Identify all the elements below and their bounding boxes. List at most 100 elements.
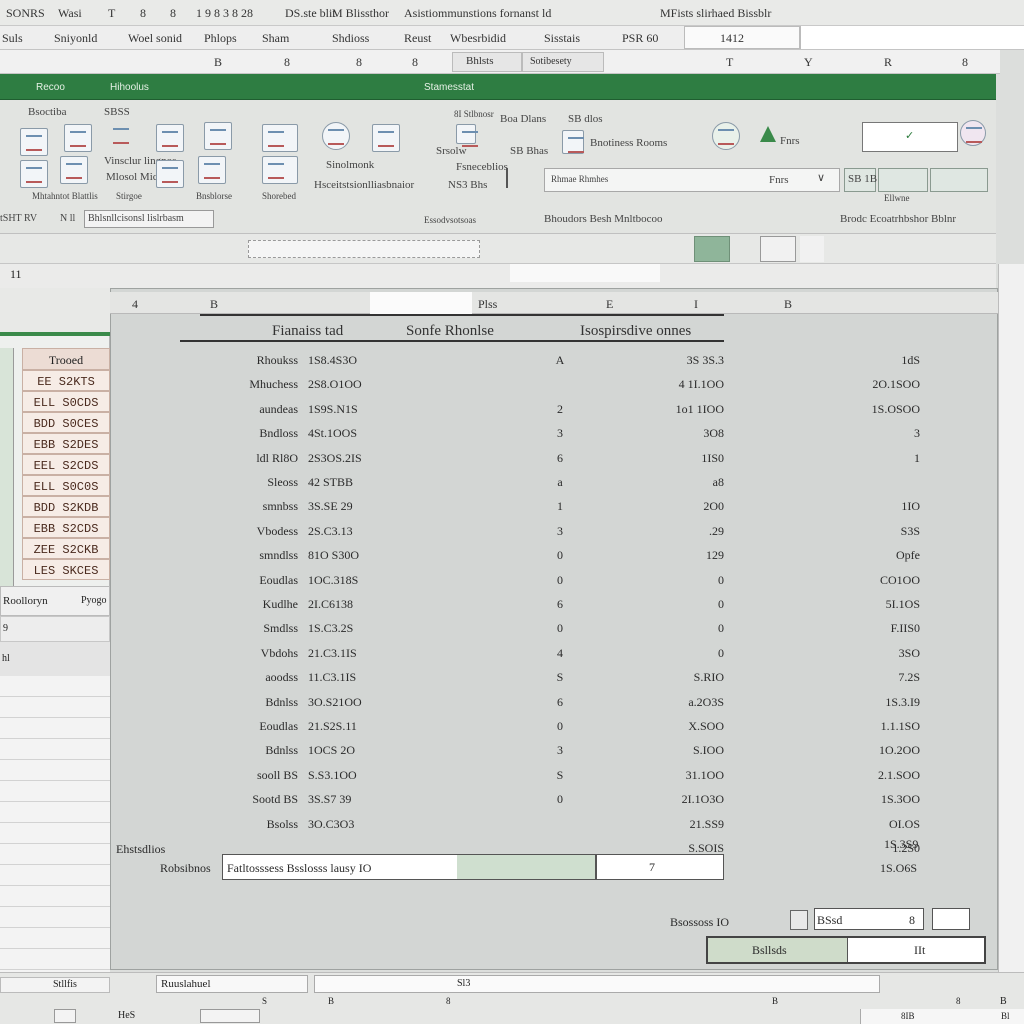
row-label[interactable]: Kudlhe bbox=[178, 598, 298, 610]
menu-item-file[interactable]: SONRS bbox=[6, 7, 45, 19]
row-label[interactable]: smndlss bbox=[178, 549, 298, 561]
text-icon[interactable] bbox=[60, 156, 88, 184]
ribbon-label-bnotiness[interactable]: Bnotiness Rooms bbox=[590, 138, 667, 149]
row-far[interactable]: Opfe bbox=[820, 549, 920, 561]
tab-sniyonld[interactable]: Sniyonld bbox=[54, 32, 97, 44]
print-icon[interactable] bbox=[372, 124, 400, 152]
ribbon-label-sb[interactable]: SB Bhas bbox=[510, 146, 548, 157]
row-value[interactable]: 2S.C3.13 bbox=[308, 525, 398, 537]
view-normal-icon[interactable] bbox=[54, 1009, 76, 1023]
sheet-col[interactable]: Plss bbox=[478, 298, 497, 310]
shapes-icon[interactable] bbox=[198, 156, 226, 184]
sheet-tab-active[interactable]: Ruuslahuel bbox=[156, 975, 308, 993]
left-table-row[interactable]: EBB S2CDS bbox=[22, 517, 110, 538]
tab-phlops[interactable]: Phlops bbox=[204, 32, 237, 44]
menu-item-asist[interactable]: Asistiommunstions fornanst ld bbox=[404, 7, 551, 19]
formula-strip[interactable] bbox=[510, 264, 660, 282]
col-letter[interactable]: T bbox=[726, 56, 733, 68]
zoom-slider[interactable]: 8IB Bl bbox=[860, 1009, 1024, 1024]
row-label[interactable]: Eoudlas bbox=[178, 720, 298, 732]
row-far[interactable]: 2.1.SOO bbox=[820, 769, 920, 781]
sheet-col[interactable]: B bbox=[210, 298, 218, 310]
row-far[interactable]: 5I.1OS bbox=[820, 598, 920, 610]
ribbon-label-srsolw[interactable]: Srsolw bbox=[436, 146, 467, 157]
tab-shdioss[interactable]: Shdioss bbox=[332, 32, 369, 44]
row-value[interactable]: S.S3.1OO bbox=[308, 769, 398, 781]
tab-sisstais[interactable]: Sisstais bbox=[544, 32, 580, 44]
row-far[interactable]: 1S.3.I9 bbox=[820, 696, 920, 708]
sheet-icon[interactable] bbox=[156, 124, 184, 152]
row-right[interactable]: 31.1OO bbox=[624, 769, 724, 781]
sheet-col[interactable]: I bbox=[694, 298, 698, 310]
ribbon-label-hsceit[interactable]: Hsceitstsionlliasbnaior bbox=[314, 180, 414, 191]
row-right[interactable]: 2I.1O3O bbox=[624, 793, 724, 805]
sheet-col-selected[interactable] bbox=[370, 292, 472, 314]
row-far[interactable]: F.IIS0 bbox=[820, 622, 920, 634]
row-far[interactable]: 3SO bbox=[820, 647, 920, 659]
row-mid[interactable]: 3 bbox=[548, 427, 572, 439]
row-label[interactable]: Bndloss bbox=[178, 427, 298, 439]
menu-item-numbers[interactable]: 1 9 8 3 8 28 bbox=[196, 7, 253, 19]
row-value[interactable]: 1OCS 2O bbox=[308, 744, 398, 756]
comment-icon[interactable] bbox=[712, 122, 740, 150]
row-far[interactable]: 1dS bbox=[820, 354, 920, 366]
row-label[interactable]: Bdnlss bbox=[178, 696, 298, 708]
globe-icon[interactable] bbox=[322, 122, 350, 150]
row-label[interactable]: smnbss bbox=[178, 500, 298, 512]
table-icon[interactable] bbox=[64, 124, 92, 152]
menu-item-8a[interactable]: 8 bbox=[140, 7, 146, 19]
left-table-row[interactable]: EEL S2CDS bbox=[22, 454, 110, 475]
row-label[interactable]: Smdlss bbox=[178, 622, 298, 634]
footer-input[interactable]: BSsd 8 bbox=[814, 908, 924, 930]
row-right[interactable]: 0 bbox=[624, 647, 724, 659]
tab-1412[interactable]: 1412 bbox=[720, 32, 744, 44]
row-value[interactable]: 21.C3.1IS bbox=[308, 647, 398, 659]
row-right[interactable]: a8 bbox=[624, 476, 724, 488]
image-icon[interactable] bbox=[204, 122, 232, 150]
column-chart-icon[interactable] bbox=[262, 156, 298, 184]
row-label[interactable]: Eoudlas bbox=[178, 574, 298, 586]
total-input[interactable]: Fatltosssess Bsslosss lausy IO bbox=[222, 854, 596, 880]
row-mid[interactable]: 0 bbox=[548, 622, 572, 634]
row-far[interactable]: 3 bbox=[820, 427, 920, 439]
tab-woel[interactable]: Woel sonid bbox=[128, 32, 182, 44]
row-mid[interactable]: S bbox=[548, 769, 572, 781]
row-label[interactable]: sooll BS bbox=[178, 769, 298, 781]
row-mid[interactable]: A bbox=[548, 354, 572, 366]
tab-reust[interactable]: Reust bbox=[404, 32, 431, 44]
footer-small-box[interactable] bbox=[790, 910, 808, 930]
ribbon-label-fsnece[interactable]: Fsneceblios bbox=[456, 162, 508, 173]
row-label[interactable]: Mhuchess bbox=[178, 378, 298, 390]
row-value[interactable]: 1OC.318S bbox=[308, 574, 398, 586]
col-letter[interactable]: Sotibesety bbox=[530, 57, 572, 67]
triangle-icon[interactable] bbox=[760, 126, 776, 142]
ribbon-tab-mid[interactable]: Hihoolus bbox=[110, 83, 149, 93]
menu-item-8b[interactable]: 8 bbox=[170, 7, 176, 19]
row-right[interactable]: .29 bbox=[624, 525, 724, 537]
row-far[interactable]: 1S.OSOO bbox=[820, 403, 920, 415]
sheet-col[interactable]: 4 bbox=[132, 298, 138, 310]
left-table-row[interactable]: ELL S0CDS bbox=[22, 391, 110, 412]
row-far[interactable]: 1S.3OO bbox=[820, 793, 920, 805]
chart-icon[interactable] bbox=[20, 128, 48, 156]
tab-suls[interactable]: Suls bbox=[2, 32, 23, 44]
style-dropdown[interactable]: Rhmae Rhmhes Fnrs ∨ bbox=[544, 168, 840, 192]
row-mid[interactable]: 3 bbox=[548, 525, 572, 537]
ribbon-tab-right[interactable]: Stamesstat bbox=[424, 83, 474, 93]
row-right[interactable]: 1o1 1IOO bbox=[624, 403, 724, 415]
search-box[interactable] bbox=[800, 26, 1024, 49]
menu-item-t[interactable]: T bbox=[108, 7, 115, 19]
row-right[interactable]: X.SOO bbox=[624, 720, 724, 732]
row-mid[interactable]: 2 bbox=[548, 403, 572, 415]
row-right[interactable]: 0 bbox=[624, 622, 724, 634]
row-value[interactable]: 11.C3.1IS bbox=[308, 671, 398, 683]
row-far[interactable]: 1.1.1SO bbox=[820, 720, 920, 732]
check-icon[interactable]: ✓ bbox=[905, 131, 914, 142]
horizontal-scrollbar[interactable]: Sl3 bbox=[314, 975, 880, 993]
row-far[interactable]: 7.2S bbox=[820, 671, 920, 683]
row-value[interactable]: 42 STBB bbox=[308, 476, 398, 488]
row-label[interactable]: Vbdohs bbox=[178, 647, 298, 659]
row-label[interactable]: Sleoss bbox=[178, 476, 298, 488]
row-value[interactable]: 3O.C3O3 bbox=[308, 818, 398, 830]
row-mid[interactable]: 0 bbox=[548, 549, 572, 561]
